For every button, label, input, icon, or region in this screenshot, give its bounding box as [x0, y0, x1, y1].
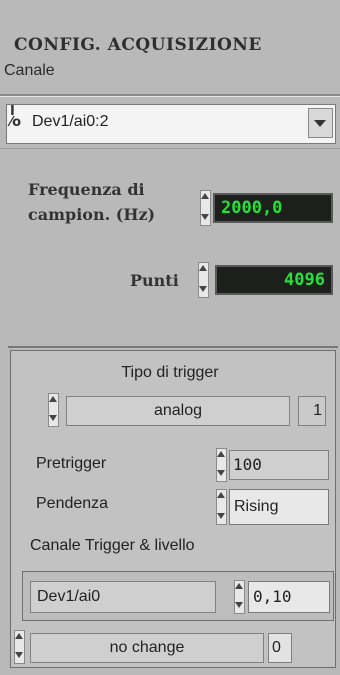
divider: [0, 148, 340, 149]
pretrigger-field[interactable]: 100: [229, 450, 329, 480]
slope-label: Pendenza: [36, 495, 109, 512]
spinner-down-icon[interactable]: [15, 652, 23, 658]
spinner-up-icon[interactable]: [217, 492, 225, 498]
dropdown-arrow-icon: [314, 120, 326, 127]
trigger-channel-level-label: Canale Trigger & livello: [30, 537, 195, 554]
channel-label: Canale: [4, 62, 55, 79]
trigger-level-field[interactable]: 0,10: [248, 581, 330, 613]
trigger-type-title: Tipo di trigger: [121, 364, 219, 381]
spinner-down-icon[interactable]: [49, 415, 57, 421]
change-ring[interactable]: no change: [30, 633, 264, 663]
spinner-down-icon[interactable]: [199, 286, 207, 292]
freq-label-line2: campion. (Hz): [28, 205, 156, 224]
freq-label-line1: Frequenza di: [28, 180, 145, 199]
points-value-field[interactable]: 4096: [215, 265, 333, 295]
change-index: 0: [268, 633, 292, 663]
spinner-up-icon[interactable]: [217, 451, 225, 457]
slope-field[interactable]: Rising: [229, 489, 329, 525]
spinner-up-icon[interactable]: [235, 583, 243, 589]
io-glyph-icon: I ⁄o: [10, 104, 22, 130]
divider-highlight: [0, 96, 340, 97]
spinner-down-icon[interactable]: [201, 214, 209, 220]
spinner-down-icon[interactable]: [217, 513, 225, 519]
panel-shadow: [8, 346, 338, 348]
trigger-channel-field[interactable]: Dev1/ai0: [30, 581, 216, 613]
spinner-up-icon[interactable]: [201, 193, 209, 199]
pretrigger-label: Pretrigger: [36, 455, 107, 472]
freq-value-field[interactable]: 2000,0: [213, 193, 333, 223]
spinner-down-icon[interactable]: [235, 602, 243, 608]
panel-title: CONFIG. ACQUISIZIONE: [14, 35, 262, 55]
points-label: Punti: [130, 271, 179, 290]
spinner-up-icon[interactable]: [15, 633, 23, 639]
channel-value[interactable]: Dev1/ai0:2: [32, 113, 109, 131]
trigger-type-index: 1: [298, 396, 326, 426]
spinner-up-icon[interactable]: [49, 396, 57, 402]
trigger-type-ring[interactable]: analog: [66, 396, 290, 426]
spinner-up-icon[interactable]: [199, 265, 207, 271]
spinner-down-icon[interactable]: [217, 470, 225, 476]
